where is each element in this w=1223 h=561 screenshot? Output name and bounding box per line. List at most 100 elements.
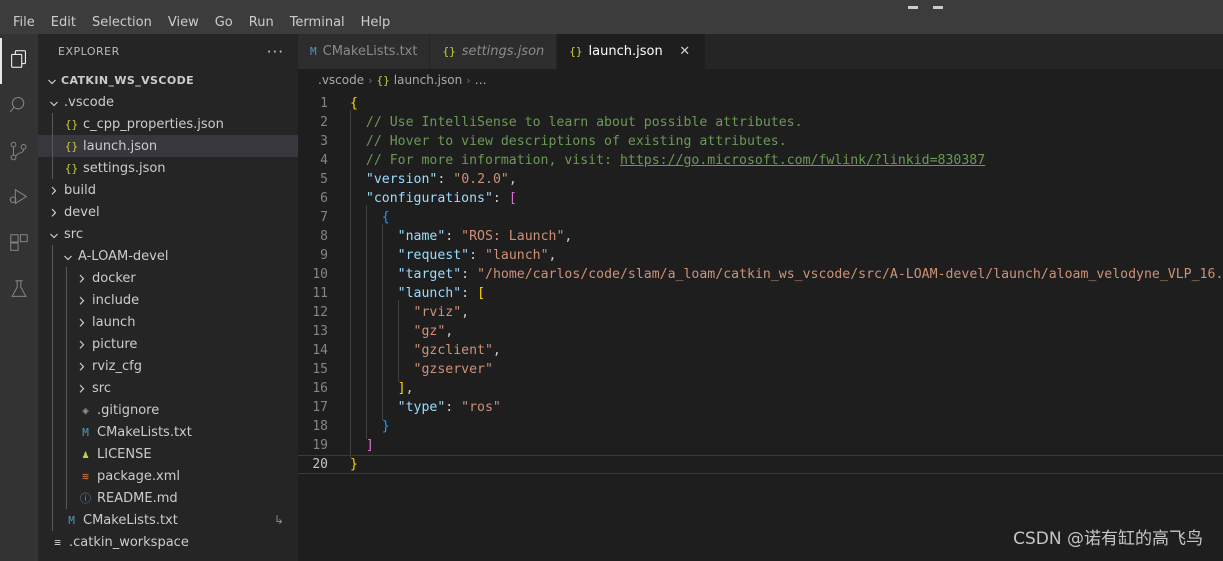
- activitybar-item-source-control[interactable]: [0, 130, 38, 176]
- chevron-right-icon[interactable]: [46, 184, 60, 197]
- menu-item-terminal[interactable]: Terminal: [282, 12, 353, 33]
- code-line[interactable]: 11 "launch": [: [298, 281, 1223, 306]
- tree-file-readme-md[interactable]: ⓘ README.md: [38, 487, 298, 509]
- code-token: "/home/carlos/code/slam/a_loam/catkin_ws…: [477, 267, 1223, 282]
- code-line-content: ],: [350, 376, 1223, 401]
- tree-file-cmakelists-txt[interactable]: M CMakeLists.txt: [38, 421, 298, 443]
- chevron-down-icon[interactable]: [60, 250, 74, 263]
- code-line[interactable]: 17 "type": "ros": [298, 395, 1223, 420]
- code-line[interactable]: 6 "configurations": [: [298, 186, 1223, 211]
- chevron-right-icon[interactable]: [74, 272, 88, 285]
- code-token: ,: [405, 381, 414, 396]
- chevron-right-icon[interactable]: [74, 338, 88, 351]
- chevron-right-icon[interactable]: [74, 316, 88, 329]
- code-line[interactable]: 15 "gzserver": [298, 357, 1223, 382]
- tree-item-label: .vscode: [64, 94, 114, 110]
- code-token: "target": [397, 267, 462, 282]
- activitybar-item-search[interactable]: [0, 84, 38, 130]
- tab-close-icon[interactable]: ✕: [677, 44, 693, 60]
- code-line[interactable]: 9 "request": "launch",: [298, 243, 1223, 268]
- chevron-down-icon[interactable]: [46, 228, 60, 241]
- breadcrumb-symbols[interactable]: …: [475, 73, 487, 87]
- code-link[interactable]: https://go.microsoft.com/fwlink/?linkid=…: [620, 153, 985, 168]
- activitybar-item-run-and-debug[interactable]: [0, 176, 38, 222]
- tree-file-cmakelists-txt[interactable]: M CMakeLists.txt ↳: [38, 509, 298, 531]
- code-line[interactable]: 20}: [298, 455, 1223, 474]
- window-minimize-button[interactable]: [908, 6, 918, 9]
- chevron-right-icon[interactable]: [74, 382, 88, 395]
- code-line[interactable]: 5 "version": "0.2.0",: [298, 167, 1223, 192]
- window-maximize-button[interactable]: [933, 6, 943, 9]
- tree-file-package-xml[interactable]: ≋ package.xml: [38, 465, 298, 487]
- code-line[interactable]: 7{: [298, 205, 1223, 230]
- tree-root-folder[interactable]: CATKIN_WS_VSCODE: [38, 69, 298, 91]
- code-line[interactable]: 3 // Hover to view descriptions of existi…: [298, 129, 1223, 154]
- tree-folder-include[interactable]: include: [38, 289, 298, 311]
- tree-file-settings-json[interactable]: {} settings.json: [38, 157, 298, 179]
- chevron-right-icon[interactable]: [74, 294, 88, 307]
- chevron-down-icon[interactable]: [46, 96, 60, 109]
- breadcrumb-file-label: launch.json: [393, 73, 463, 87]
- code-line[interactable]: 8 "name": "ROS: Launch",: [298, 224, 1223, 249]
- code-line[interactable]: 18}: [298, 414, 1223, 439]
- code-line[interactable]: 4 // For more information, visit: https:/…: [298, 148, 1223, 173]
- tree-indent-guide: [52, 289, 53, 311]
- code-line-content: {: [350, 205, 1223, 230]
- tree-folder-src[interactable]: src: [38, 377, 298, 399]
- breadcrumb-file[interactable]: {} launch.json: [377, 73, 463, 87]
- tree-indent-guide: [52, 443, 53, 465]
- code-line[interactable]: 2 // Use IntelliSense to learn about poss…: [298, 110, 1223, 135]
- chevron-right-icon[interactable]: [46, 206, 60, 219]
- tree-indent-guide: [52, 245, 53, 267]
- code-line[interactable]: 10 "target": "/home/carlos/code/slam/a_lo…: [298, 262, 1223, 287]
- menu-item-file[interactable]: File: [5, 12, 43, 33]
- menu-item-edit[interactable]: Edit: [43, 12, 84, 33]
- sidebar-title: EXPLORER: [58, 45, 120, 58]
- menu-item-help[interactable]: Help: [353, 12, 399, 33]
- tree-file-c-cpp-properties-json[interactable]: {} c_cpp_properties.json: [38, 113, 298, 135]
- code-editor[interactable]: 1{2// Use IntelliSense to learn about po…: [298, 91, 1223, 561]
- chevron-down-icon[interactable]: [44, 74, 58, 87]
- tree-file-gitignore[interactable]: ◈ .gitignore: [38, 399, 298, 421]
- code-line[interactable]: 19]: [298, 433, 1223, 458]
- code-line[interactable]: 13 "gz",: [298, 319, 1223, 344]
- tree-folder-picture[interactable]: picture: [38, 333, 298, 355]
- tree-folder-build[interactable]: build: [38, 179, 298, 201]
- tree-item-label: src: [64, 226, 83, 242]
- tree-file-launch-json[interactable]: {} launch.json: [38, 135, 298, 157]
- editor-tab-settings-json[interactable]: {} settings.json: [430, 34, 558, 69]
- chevron-right-icon[interactable]: [74, 360, 88, 373]
- line-number: 12: [312, 305, 328, 320]
- code-line-content: "gz",: [350, 319, 1223, 344]
- tree-folder-docker[interactable]: docker: [38, 267, 298, 289]
- cmake-icon: M: [68, 513, 75, 527]
- tree-folder-launch[interactable]: launch: [38, 311, 298, 333]
- tree-file-catkin-workspace[interactable]: ≡ .catkin_workspace: [38, 531, 298, 553]
- menu-item-go[interactable]: Go: [207, 12, 241, 33]
- editor-tab-cmakelists-txt[interactable]: M CMakeLists.txt: [298, 34, 431, 69]
- menu-item-view[interactable]: View: [160, 12, 207, 33]
- code-line[interactable]: 14 "gzclient",: [298, 338, 1223, 363]
- code-line[interactable]: 1{: [298, 94, 1223, 113]
- editor-tab-launch-json[interactable]: {} launch.json ✕: [557, 34, 706, 69]
- tree-folder-src[interactable]: src: [38, 223, 298, 245]
- menu-item-selection[interactable]: Selection: [84, 12, 160, 33]
- breadcrumb-folder[interactable]: .vscode: [318, 73, 364, 87]
- code-token: }: [381, 419, 390, 434]
- code-line[interactable]: 16],: [298, 376, 1223, 401]
- activitybar-item-testing[interactable]: [0, 268, 38, 314]
- tab-file-icon: {}: [442, 45, 456, 58]
- tree-folder-a-loam-devel[interactable]: A-LOAM-devel: [38, 245, 298, 267]
- code-token: "name": [397, 229, 446, 244]
- tree-folder-vscode[interactable]: .vscode: [38, 91, 298, 113]
- line-number: 9: [320, 248, 328, 263]
- code-line[interactable]: 12 "rviz",: [298, 300, 1223, 325]
- tree-root-label: CATKIN_WS_VSCODE: [61, 73, 195, 87]
- activitybar-item-extensions[interactable]: [0, 222, 38, 268]
- more-actions-icon[interactable]: ···: [261, 44, 290, 59]
- tree-folder-devel[interactable]: devel: [38, 201, 298, 223]
- menu-item-run[interactable]: Run: [241, 12, 282, 33]
- tree-folder-rviz-cfg[interactable]: rviz_cfg: [38, 355, 298, 377]
- activitybar-item-explorer[interactable]: [0, 38, 38, 84]
- tree-file-license[interactable]: ♟ LICENSE: [38, 443, 298, 465]
